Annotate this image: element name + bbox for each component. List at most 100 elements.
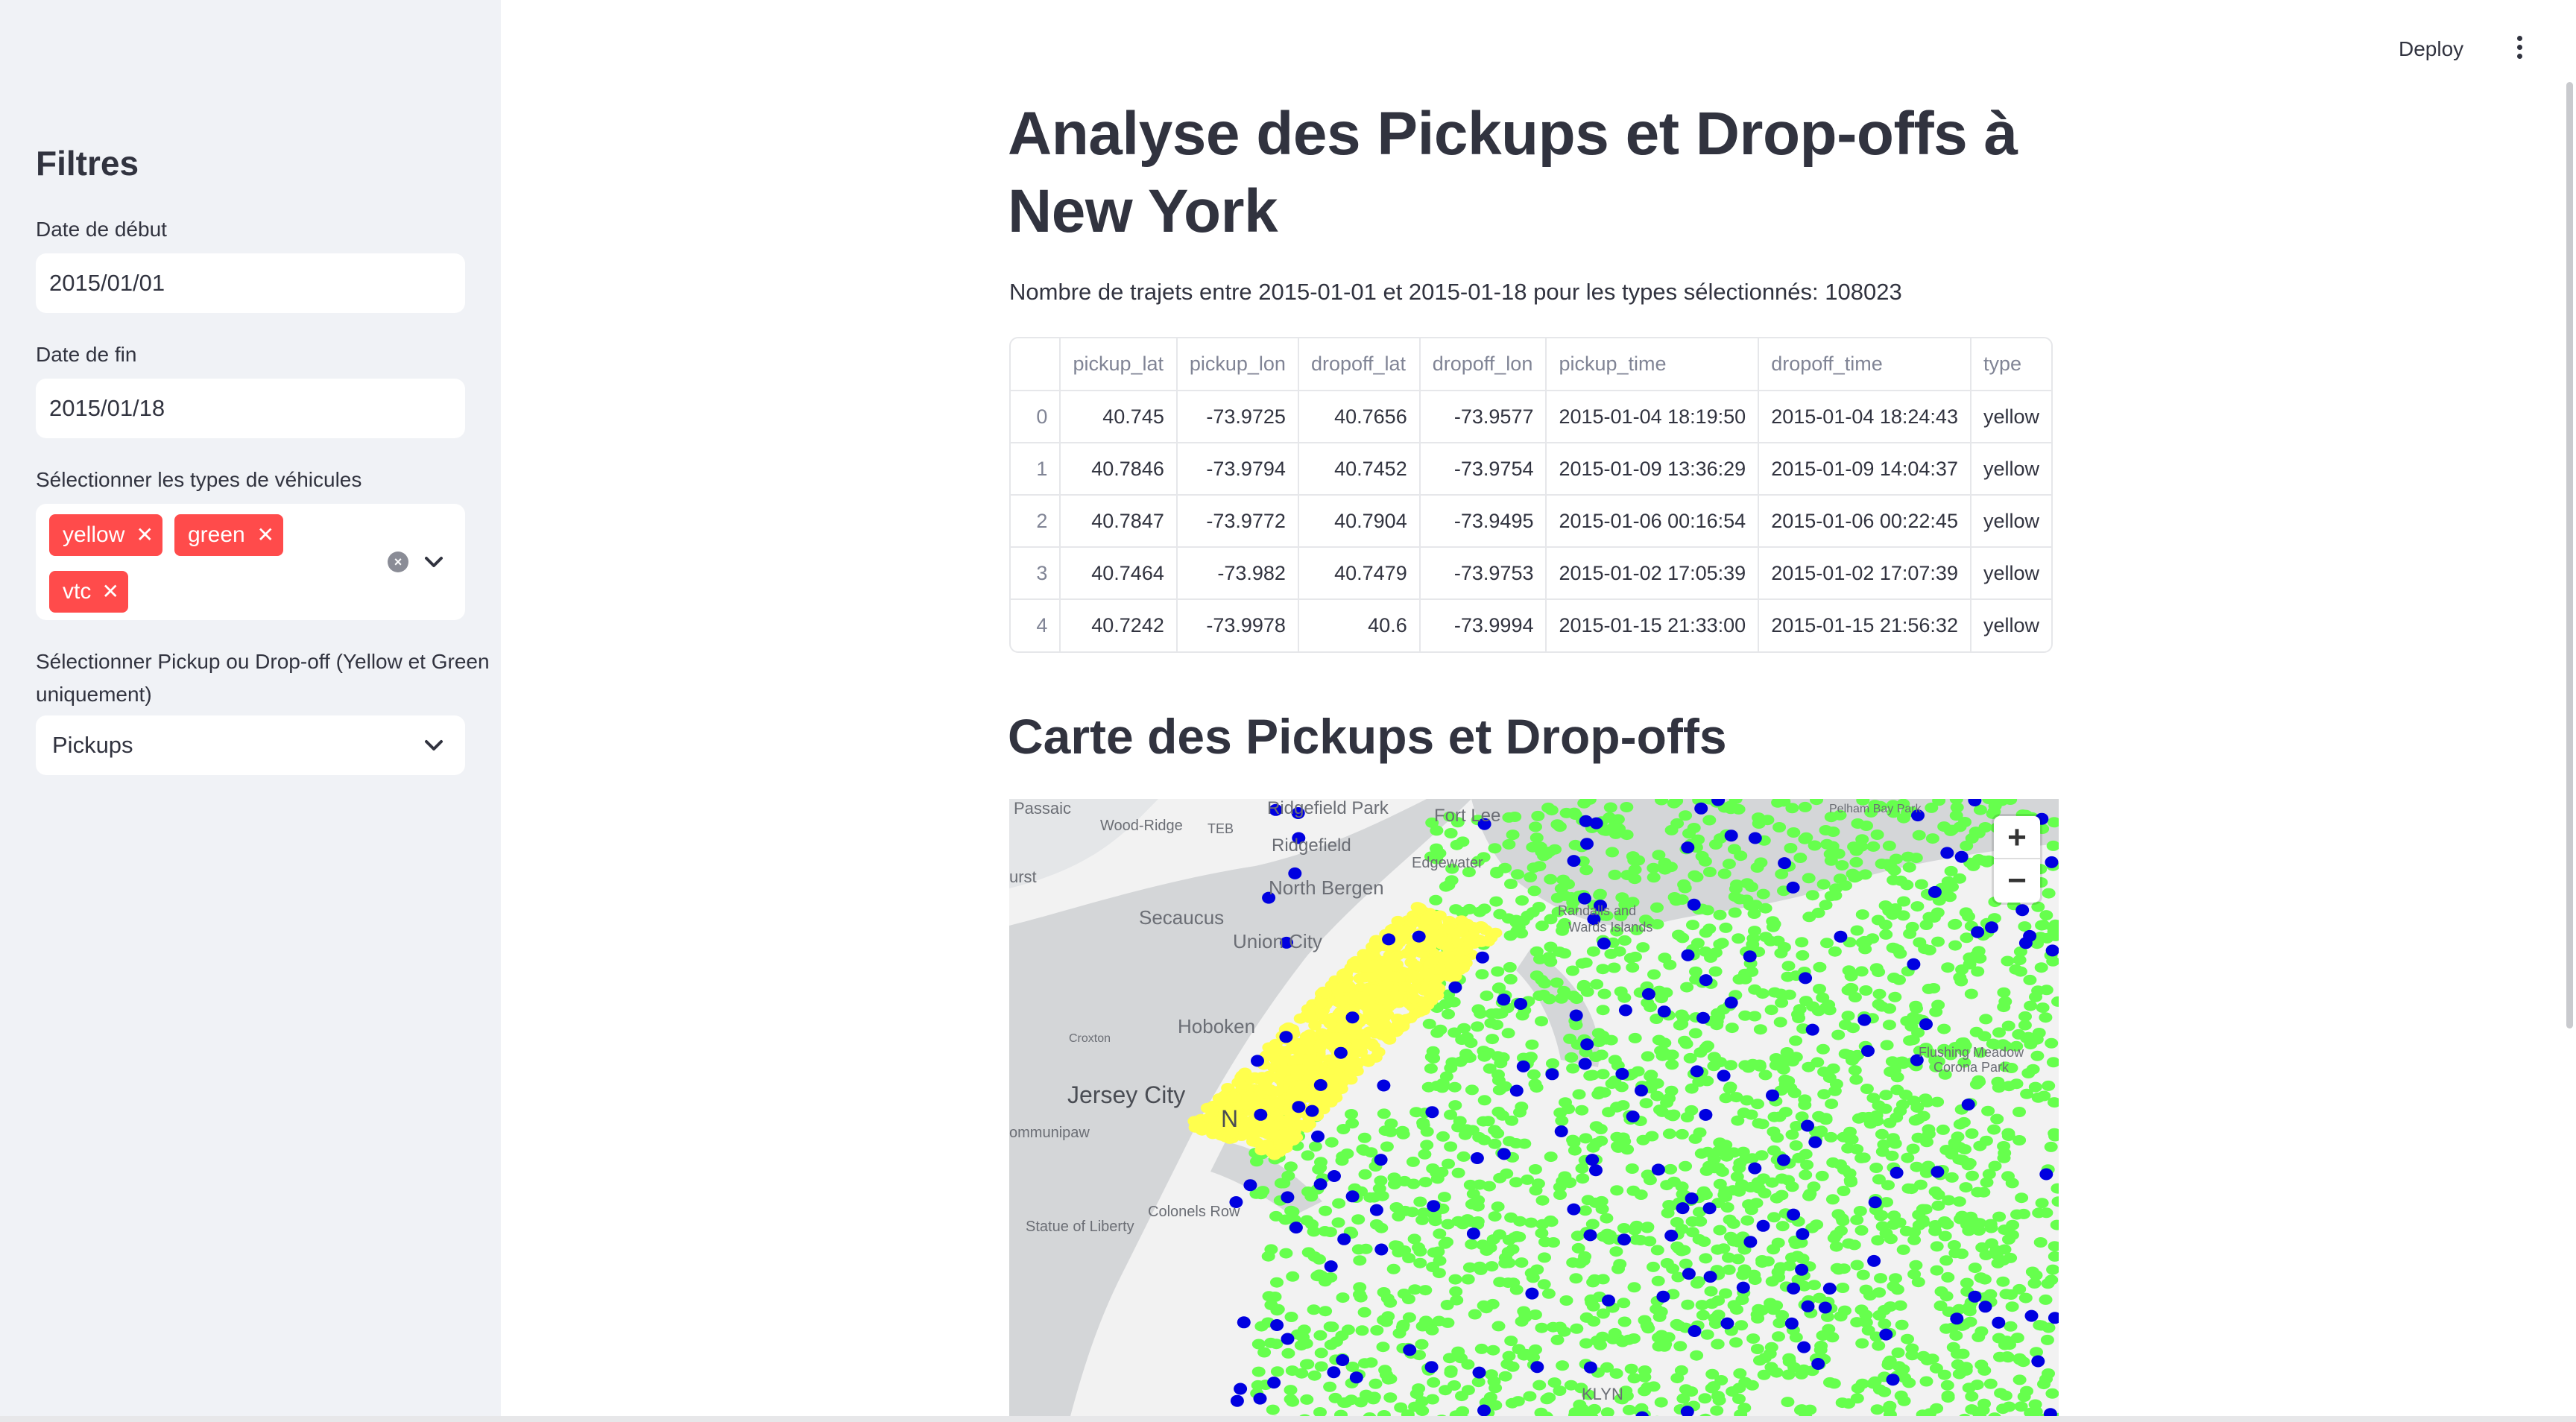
table-cell[interactable]: 2015-01-06 00:16:54 [1546,495,1760,548]
table-cell[interactable]: -73.9495 [1419,495,1547,548]
map-point-green [1843,1175,1857,1186]
table-cell[interactable]: 40.7847 [1060,495,1178,548]
table-cell[interactable]: -73.9978 [1176,599,1299,651]
map-point-green [1486,1344,1500,1356]
map-point-green [1679,1258,1693,1269]
map-place-label: Ridgefield Park [1267,799,1389,818]
end-date-input[interactable]: 2015/01/18 [36,379,465,438]
row-index[interactable]: 0 [1011,391,1061,443]
table-cell[interactable]: 2015-01-15 21:56:32 [1758,599,1972,651]
map-point-vtc [1818,1301,1832,1314]
chip-remove-icon[interactable]: ✕ [136,514,154,556]
row-index[interactable]: 4 [1011,599,1061,651]
table-cell[interactable]: -73.982 [1176,547,1299,600]
map-point-green [1724,1231,1737,1242]
table-cell[interactable]: yellow [1970,443,2051,496]
map-point-vtc [1583,1229,1597,1242]
table-cell[interactable]: yellow [1970,495,2051,548]
map-point-green [1834,1311,1848,1322]
vertical-dots-icon[interactable] [2510,36,2528,66]
table-cell[interactable]: 2015-01-02 17:05:39 [1546,547,1760,600]
pickup-dropoff-select[interactable]: Pickups [36,715,465,775]
table-cell[interactable]: yellow [1970,391,2051,443]
table-row[interactable]: 1 40.7846 -73.9794 40.7452 -73.9754 2015-01-0… [1011,443,2051,496]
table-row[interactable]: 0 40.745 -73.9725 40.7656 -73.9577 2015-01-04… [1011,391,2051,443]
chip-remove-icon[interactable]: ✕ [257,514,274,556]
data-table[interactable]: pickup_lat pickup_lon dropoff_lat dropof… [1009,337,2053,653]
map-point-green [1941,1392,1955,1403]
map-point-vtc [1651,1163,1665,1176]
clear-icon[interactable]: × [388,552,408,572]
table-cell[interactable]: -73.9994 [1419,599,1547,651]
row-index[interactable]: 1 [1011,443,1061,496]
map-canvas[interactable]: Passaic Wood-Ridge TEB Ridgefield Park Fort … [1009,799,2059,1422]
map-point-vtc [1879,1328,1893,1341]
table-cell[interactable]: 2015-01-09 14:04:37 [1758,443,1972,496]
table-row[interactable]: 2 40.7847 -73.9772 40.7904 -73.9495 2015-01-0… [1011,495,2051,548]
table-cell[interactable]: 40.7242 [1060,599,1178,651]
table-cell[interactable]: yellow [1971,599,2051,651]
table-cell[interactable]: 40.6 [1298,599,1421,651]
vehicle-types-multiselect[interactable]: yellow ✕ green ✕ vtc ✕ × [36,504,465,620]
table-row[interactable]: 4 40.7242 -73.9978 40.6 -73.9994 2015-01-15 2… [1011,599,2051,651]
map-point-green [1846,1023,1860,1034]
map-point-yellow [1332,1008,1346,1020]
table-cell[interactable]: -73.9794 [1176,443,1299,496]
map-point-vtc [1786,881,1800,894]
chip-remove-icon[interactable]: ✕ [102,571,119,613]
column-header[interactable]: type [1970,338,2051,391]
map-point-green [1448,1081,1462,1093]
map-point-vtc [1890,1166,1904,1179]
column-header[interactable]: pickup_lon [1176,338,1299,391]
map-point-vtc [1324,1260,1338,1273]
map-point-green [1554,883,1568,894]
zoom-out-button[interactable]: − [1994,859,2040,903]
row-index[interactable]: 2 [1011,495,1061,548]
scrollbar[interactable] [2566,82,2573,1028]
chevron-down-icon[interactable] [419,547,449,577]
start-date-input[interactable]: 2015/01/01 [36,253,465,313]
table-cell[interactable]: yellow [1970,547,2051,600]
map-point-yellow [1290,1068,1304,1079]
table-cell[interactable]: -73.9725 [1176,391,1299,443]
table-cell[interactable]: 40.7846 [1060,443,1178,496]
table-cell[interactable]: 40.7904 [1298,495,1421,548]
zoom-in-button[interactable]: + [1994,816,2040,859]
table-cell[interactable]: 40.7464 [1060,547,1178,600]
table-cell[interactable]: 2015-01-15 21:33:00 [1546,599,1760,651]
table-cell[interactable]: 2015-01-09 13:36:29 [1546,443,1760,496]
table-cell[interactable]: 2015-01-06 00:22:45 [1758,495,1972,548]
column-header[interactable] [1011,338,1061,391]
table-cell[interactable]: -73.9754 [1419,443,1547,496]
map-point-green [1465,1084,1479,1096]
deploy-button[interactable]: Deploy [2399,33,2463,66]
map-point-yellow [1271,1098,1285,1109]
table-cell[interactable]: 40.7479 [1298,547,1421,600]
map-point-green [1664,1163,1678,1175]
map[interactable]: Passaic Wood-Ridge TEB Ridgefield Park Fort … [1009,799,2059,1422]
column-header[interactable]: pickup_time [1546,338,1760,391]
map-point-green [1966,1216,1980,1227]
map-point-green [1906,1143,1920,1154]
table-cell[interactable]: 2015-01-02 17:07:39 [1758,547,1972,600]
table-cell[interactable]: 2015-01-04 18:24:43 [1758,391,1972,443]
table-cell[interactable]: -73.9753 [1419,547,1547,600]
table-cell[interactable]: 40.745 [1060,391,1178,443]
table-cell[interactable]: 40.7452 [1298,443,1421,496]
map-point-vtc [2039,1168,2053,1181]
column-header[interactable]: dropoff_lon [1419,338,1547,391]
map-point-green [1837,1186,1851,1196]
row-index[interactable]: 3 [1011,547,1061,600]
map-point-green [1427,1053,1441,1064]
table-cell[interactable]: 2015-01-04 18:19:50 [1546,391,1760,443]
table-cell[interactable]: 40.7656 [1298,391,1421,443]
table-cell[interactable]: -73.9577 [1419,391,1547,443]
map-point-green [2045,1037,2059,1049]
table-row[interactable]: 3 40.7464 -73.982 40.7479 -73.9753 2015-01-02… [1011,547,2051,600]
map-point-green [2015,1192,2029,1204]
column-header[interactable]: dropoff_time [1758,338,1972,391]
table-cell[interactable]: -73.9772 [1176,495,1299,548]
map-point-green [1644,1002,1658,1013]
column-header[interactable]: dropoff_lat [1298,338,1421,391]
column-header[interactable]: pickup_lat [1060,338,1178,391]
